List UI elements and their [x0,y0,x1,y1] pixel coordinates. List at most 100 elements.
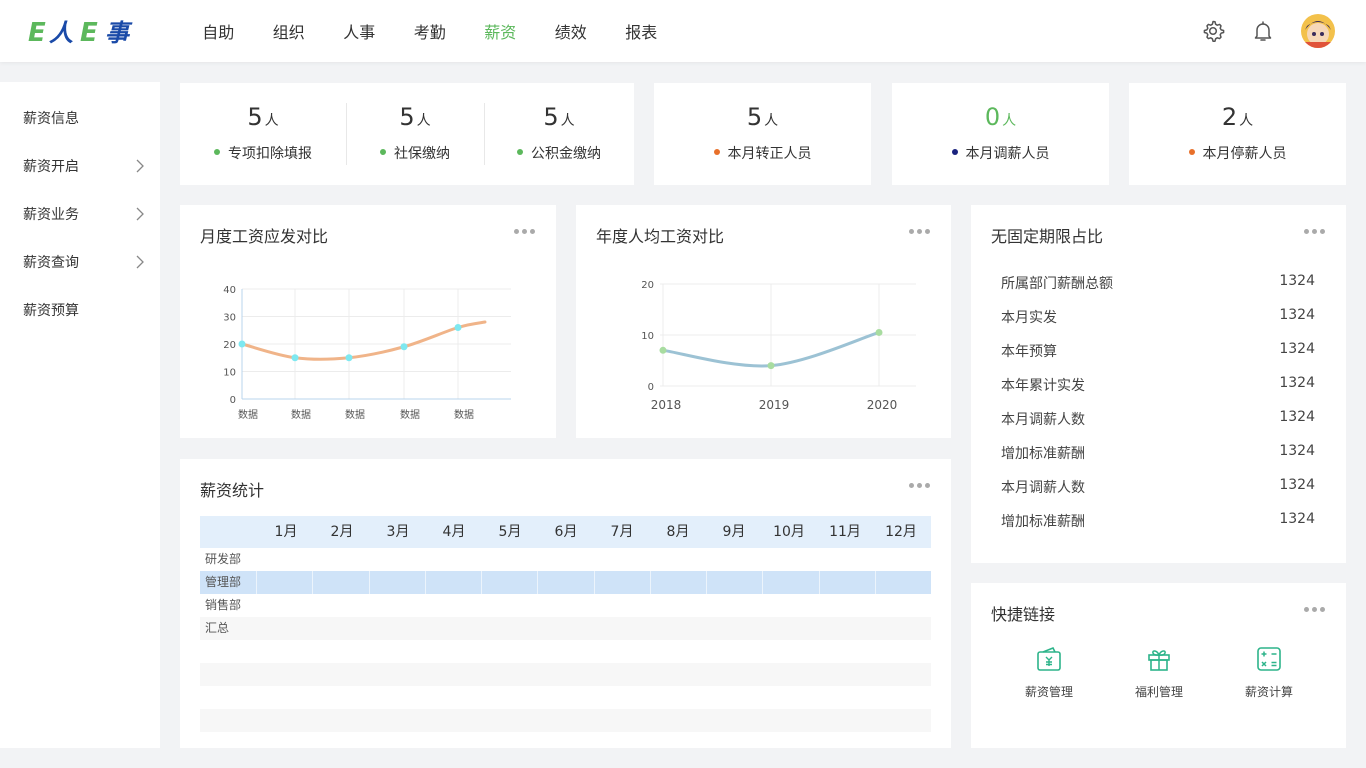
table-header-cell: 12月 [885,524,917,540]
monthly-line-chart: 0 10 20 30 40 数据 数据 数据 数据 数据 [223,285,511,421]
table-header-cell: 8月 [666,524,690,540]
card-title: 无固定期限占比 [991,227,1104,246]
quick-links-card: 快捷链接 薪资管理 福利管理 薪资计算 [971,583,1346,748]
table-header-cell: 2月 [330,524,354,540]
bell-icon[interactable] [1251,19,1275,43]
quick-link-salary-calculation[interactable]: 薪资计算 [1229,645,1309,700]
status-dot [517,149,523,155]
monthly-salary-chart-card: 月度工资应发对比 0 10 20 30 40 数据 数据 数据 数据 数据 [180,205,556,438]
sidebar-item-salary-query[interactable]: 薪资查询 [0,238,160,286]
x-tick-label: 数据 [400,408,420,421]
chevron-right-icon [136,207,144,221]
table-row[interactable]: 汇总 [200,617,931,640]
stat-card-adjust[interactable]: 0人 本月调薪人员 [892,83,1109,185]
table-row[interactable] [200,709,931,732]
data-point [454,324,462,331]
svg-text:事: 事 [105,19,133,47]
brand-logo[interactable]: E 人 E 事 [28,14,144,48]
wallet-yen-icon [1037,646,1061,671]
top-header: E 人 E 事 自助 组织 人事 考勤 薪资 绩效 报表 [0,0,1366,62]
ratio-item: 增加标准薪酬 1324 [1001,443,1315,462]
status-dot [214,149,220,155]
y-tick-label: 40 [223,285,236,296]
stat-label: 社保缴纳 [346,143,484,163]
y-tick-label: 0 [230,395,236,406]
gift-icon [1148,650,1170,671]
card-title: 年度人均工资对比 [596,227,725,246]
table-header-cell: 3月 [386,524,410,540]
sidebar-item-salary-business[interactable]: 薪资业务 [0,190,160,238]
table-header-cell: 4月 [442,524,466,540]
stat-special-deduction[interactable]: 5人 专项扣除填报 [180,83,346,185]
table-row[interactable] [200,640,931,663]
table-row[interactable] [200,663,931,686]
more-menu-icon[interactable] [909,229,933,235]
ratio-item: 本月调薪人数 1324 [1001,409,1315,428]
stats-card-group: 5人 专项扣除填报 5人 社保缴纳 5人 公积金缴纳 [180,83,634,185]
user-avatar[interactable] [1301,14,1335,48]
more-menu-icon[interactable] [1304,607,1328,613]
quick-link-benefits-management[interactable]: 福利管理 [1119,645,1199,700]
ratio-item: 本年累计实发 1324 [1001,375,1315,394]
status-dot [1188,149,1195,155]
sidebar-item-salary-open[interactable]: 薪资开启 [0,142,160,190]
nav-personnel[interactable]: 人事 [324,19,395,43]
table-row[interactable]: 销售部 [200,594,931,617]
table-row[interactable] [200,686,931,709]
settings-gear-icon[interactable] [1201,19,1225,43]
sidebar-item-salary-info[interactable]: 薪资信息 [0,94,160,142]
sidebar-item-label: 薪资预算 [23,303,79,319]
sidebar-item-label: 薪资信息 [23,111,79,127]
x-tick-label: 数据 [345,408,365,421]
x-tick-label: 2019 [759,398,790,412]
table-row[interactable]: 研发部 [200,548,931,571]
stat-value: 5人 [247,103,279,131]
stat-monthly-stop: 2人 本月停薪人员 [1129,83,1346,185]
ratio-item: 本年预算 1324 [1001,341,1315,360]
nav-attendance[interactable]: 考勤 [395,19,466,43]
stat-card-stop[interactable]: 2人 本月停薪人员 [1129,83,1346,185]
stat-card-transfer[interactable]: 5人 本月转正人员 [654,83,871,185]
more-menu-icon[interactable] [514,229,538,235]
svg-text:E: E [28,18,46,48]
stat-value: 2人 [1221,103,1254,131]
avatar-image [1301,14,1335,48]
yearly-line-chart: 0 10 20 2018 2019 2020 [641,280,916,412]
x-tick-label: 数据 [454,408,474,421]
sidebar-item-salary-budget[interactable]: 薪资预算 [0,286,160,334]
quick-link-label: 薪资计算 [1244,685,1293,699]
stat-label: 公积金缴纳 [484,143,634,163]
nav-salary[interactable]: 薪资 [465,19,536,43]
stat-social-insurance[interactable]: 5人 社保缴纳 [346,83,484,185]
svg-text:人: 人 [49,19,73,47]
nav-self-service[interactable]: 自助 [183,19,254,43]
table-header-cell: 11月 [829,524,861,540]
table-header-cell: 9月 [722,524,746,540]
x-tick-label: 数据 [291,408,311,421]
ratio-item: 增加标准薪酬 1324 [1001,511,1315,530]
stat-monthly-regularization: 5人 本月转正人员 [654,83,871,185]
card-title: 薪资统计 [200,481,265,500]
table-row-selected[interactable]: 管理部 [200,571,931,594]
salary-stats-card: 薪资统计 1月 2月 3月 4月 5月 6月 7月 8月 9月 10月 11月 … [180,459,951,748]
nav-performance[interactable]: 绩效 [536,19,607,43]
table-header-cell: 6月 [554,524,578,540]
stat-housing-fund[interactable]: 5人 公积金缴纳 [484,83,634,185]
main-nav: 自助 组织 人事 考勤 薪资 绩效 报表 [183,0,677,62]
more-menu-icon[interactable] [909,483,933,489]
data-point [659,346,667,354]
more-menu-icon[interactable] [1304,229,1328,235]
nav-reports[interactable]: 报表 [606,19,677,43]
status-dot [713,149,720,155]
data-point [345,354,353,362]
y-tick-label: 10 [223,368,236,379]
x-tick-label: 2020 [867,398,898,412]
data-point [238,340,246,348]
svg-text:E: E [80,18,98,48]
ratio-item: 本月调薪人数 1324 [1001,477,1315,496]
ratio-item: 本月实发 1324 [1001,307,1315,326]
data-point [767,362,775,370]
quick-link-salary-management[interactable]: 薪资管理 [1009,645,1089,700]
table-header-cell: 5月 [498,524,522,540]
nav-organization[interactable]: 组织 [254,19,325,43]
